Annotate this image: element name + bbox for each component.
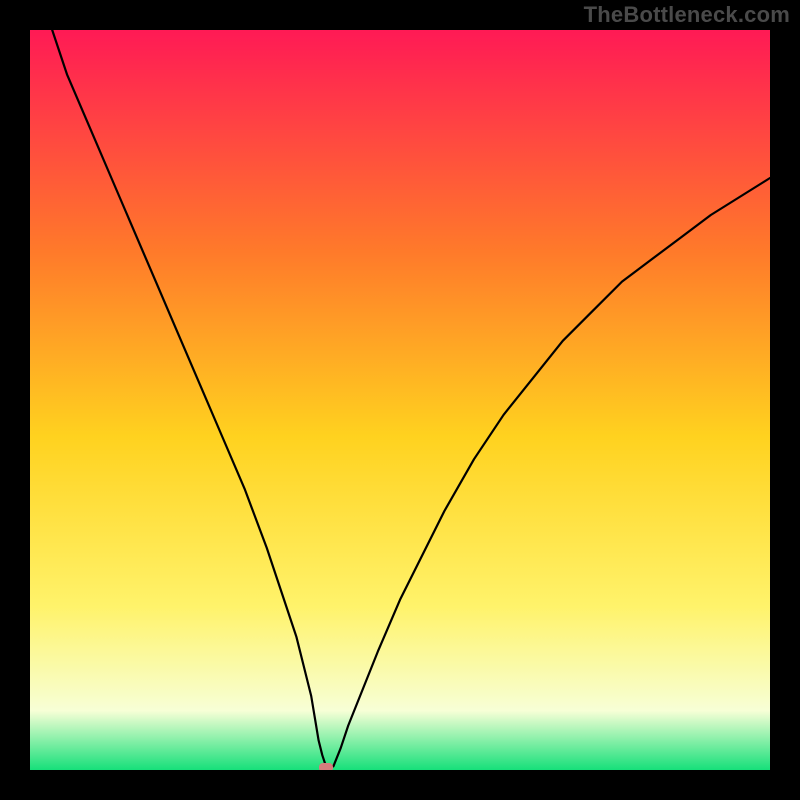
plot-area — [30, 30, 770, 770]
plot-svg — [30, 30, 770, 770]
chart-frame: TheBottleneck.com — [0, 0, 800, 800]
gradient-background — [30, 30, 770, 770]
minimum-marker — [319, 763, 333, 770]
watermark-text: TheBottleneck.com — [584, 2, 790, 28]
